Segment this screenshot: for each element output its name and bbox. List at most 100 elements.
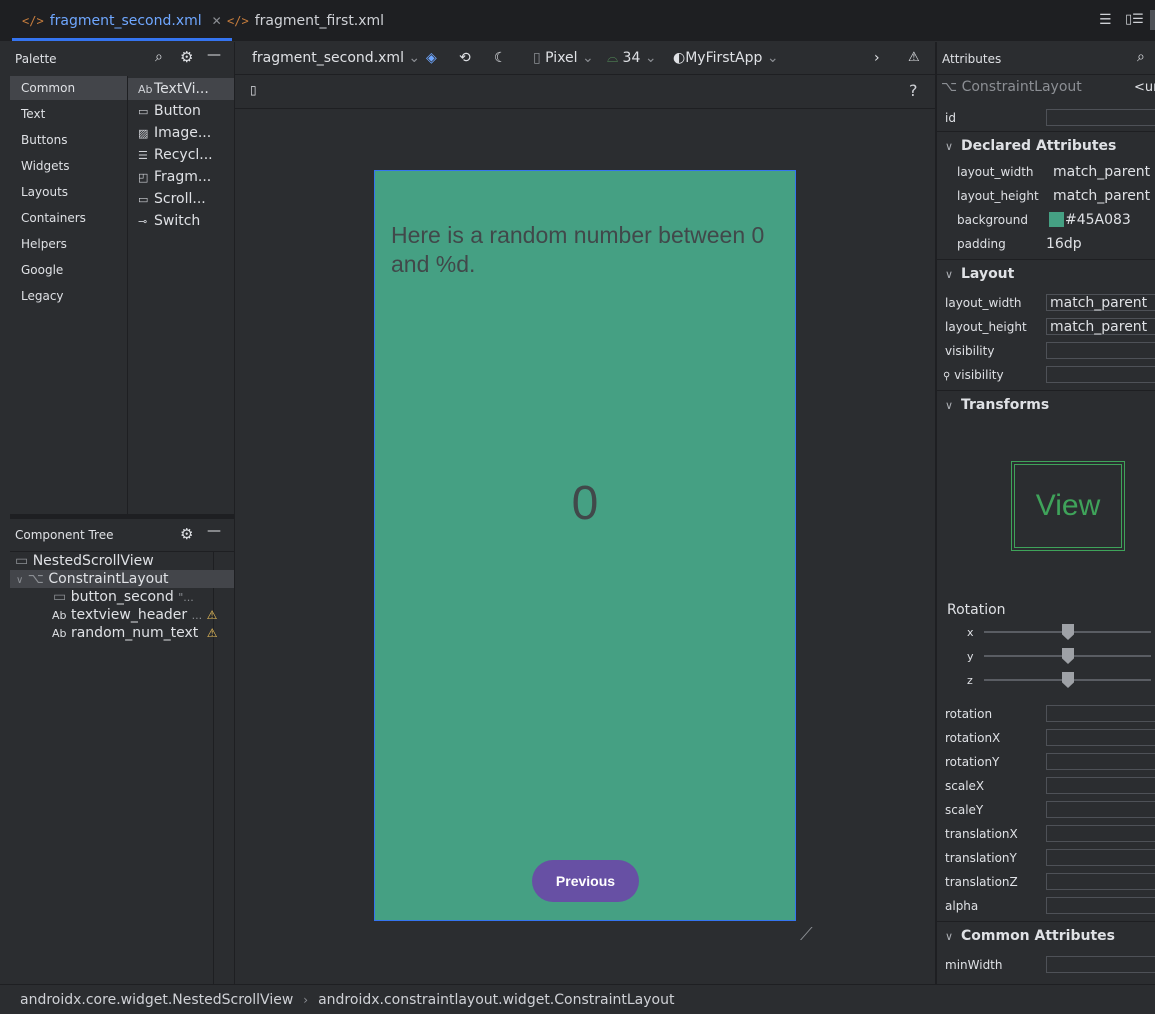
- component-name: ConstraintLayout: [961, 79, 1082, 95]
- search-icon[interactable]: ⌕: [155, 49, 163, 65]
- translationz-field[interactable]: [1046, 873, 1155, 890]
- declared-row[interactable]: layout_height match_parent: [937, 184, 1155, 208]
- translationy-field[interactable]: [1046, 849, 1155, 866]
- device-frame-icon[interactable]: ▯: [250, 83, 257, 97]
- chevron-down-icon[interactable]: ∨: [16, 575, 23, 586]
- visibility-field[interactable]: [1046, 342, 1155, 359]
- palette-item-label: Fragm...: [154, 169, 212, 185]
- rotation-field[interactable]: [1046, 705, 1155, 722]
- scalex-field[interactable]: [1046, 777, 1155, 794]
- palette-item-textview[interactable]: AbTextVi...: [128, 78, 234, 100]
- slider-thumb[interactable]: [1062, 624, 1074, 640]
- tree-node-constraintlayout[interactable]: ∨ ⌥ ConstraintLayout: [10, 570, 234, 588]
- tree-node-textview-header[interactable]: Ab textview_header ... ⚠: [52, 606, 217, 624]
- attr-key: layout_width: [945, 296, 1022, 310]
- gear-icon[interactable]: ⚙: [180, 48, 193, 66]
- rotation-label: Rotation: [947, 602, 1006, 618]
- declared-row[interactable]: background #45A083: [937, 208, 1155, 232]
- textview-icon: Ab: [52, 627, 67, 640]
- tree-node-button-second[interactable]: ▭ button_second "...: [53, 588, 194, 606]
- palette-category-text[interactable]: Text: [10, 102, 127, 126]
- random-num-text[interactable]: 0: [375, 476, 795, 531]
- image-icon: ▨: [138, 127, 149, 140]
- scrollview-icon: ▭: [15, 553, 29, 569]
- palette-category-buttons[interactable]: Buttons: [10, 128, 127, 152]
- textview-icon: Ab: [52, 609, 67, 622]
- file-selector[interactable]: fragment_second.xml ⌄: [252, 42, 420, 74]
- xml-file-icon: </>: [227, 13, 249, 28]
- rotation-z-slider[interactable]: [984, 672, 1151, 688]
- palette-item-button[interactable]: ▭ Button: [128, 100, 234, 122]
- palette-item-image[interactable]: ▨ Image...: [128, 122, 234, 144]
- rotation-x-slider[interactable]: [984, 624, 1151, 640]
- rotationy-field[interactable]: [1046, 753, 1155, 770]
- layout-height-field[interactable]: match_parent: [1046, 318, 1155, 335]
- api-selector[interactable]: ⌓ 34 ⌄: [607, 42, 657, 74]
- tree-node-label: NestedScrollView: [32, 553, 154, 569]
- palette-category-widgets[interactable]: Widgets: [10, 154, 127, 178]
- search-icon[interactable]: ⌕: [1137, 49, 1145, 65]
- gear-icon[interactable]: ⚙: [180, 525, 193, 543]
- file-label: fragment_second.xml: [252, 50, 404, 66]
- slider-thumb[interactable]: [1062, 672, 1074, 688]
- textview-header[interactable]: Here is a random number between 0 and %d…: [391, 221, 781, 279]
- warning-icon[interactable]: ⚠: [207, 608, 218, 622]
- alpha-field[interactable]: [1046, 897, 1155, 914]
- declared-row[interactable]: padding 16dp: [937, 232, 1155, 256]
- rotationx-field[interactable]: [1046, 729, 1155, 746]
- layout-preview[interactable]: Here is a random number between 0 and %d…: [374, 170, 796, 921]
- minimize-icon[interactable]: —: [207, 47, 221, 63]
- scaley-field[interactable]: [1046, 801, 1155, 818]
- chevron-right-icon[interactable]: ›: [874, 42, 880, 74]
- translationx-field[interactable]: [1046, 825, 1155, 842]
- layout-width-field[interactable]: match_parent: [1046, 294, 1155, 311]
- breadcrumb-item[interactable]: androidx.core.widget.NestedScrollView: [20, 992, 293, 1008]
- palette-item-fragment[interactable]: ◰ Fragm...: [128, 166, 234, 188]
- palette-item-recycler[interactable]: ☰ Recycl...: [128, 144, 234, 166]
- night-mode-icon[interactable]: ☾: [494, 42, 507, 74]
- warning-icon[interactable]: ⚠: [908, 42, 920, 74]
- previous-button[interactable]: Previous: [532, 860, 639, 902]
- palette-category-layouts[interactable]: Layouts: [10, 180, 127, 204]
- minwidth-field[interactable]: [1046, 956, 1155, 973]
- palette-category-legacy[interactable]: Legacy: [10, 284, 127, 308]
- warning-icon[interactable]: ⚠: [207, 626, 218, 640]
- tree-node-nestedscrollview[interactable]: ▭ NestedScrollView: [15, 552, 154, 570]
- declared-row[interactable]: layout_width match_parent: [937, 160, 1155, 184]
- theme-selector[interactable]: ◐MyFirstApp ⌄: [673, 42, 779, 74]
- rotation-y-slider[interactable]: [984, 648, 1151, 664]
- split-view-icon[interactable]: ▯☰: [1125, 12, 1144, 27]
- layers-icon[interactable]: ◈: [426, 42, 437, 74]
- section-common-attributes[interactable]: ∨ Common Attributes: [937, 921, 1155, 950]
- help-icon[interactable]: ?: [909, 81, 918, 100]
- code-view-icon[interactable]: ☰: [1099, 12, 1112, 28]
- tree-node-random-num-text[interactable]: Ab random_num_text ⚠: [52, 624, 218, 642]
- breadcrumb-item[interactable]: androidx.constraintlayout.widget.Constra…: [318, 992, 674, 1008]
- section-transforms[interactable]: ∨ Transforms: [937, 390, 1155, 419]
- close-tab-icon[interactable]: ✕: [212, 14, 222, 28]
- device-selector[interactable]: ▯ Pixel ⌄: [533, 42, 594, 74]
- resize-handle-icon[interactable]: ⟋: [800, 924, 813, 945]
- breadcrumb: androidx.core.widget.NestedScrollView › …: [0, 984, 1155, 1014]
- attr-key: rotation: [945, 707, 993, 721]
- palette-item-scroll[interactable]: ▭ Scroll...: [128, 188, 234, 210]
- tab-fragment-first[interactable]: </> fragment_first.xml: [227, 0, 384, 41]
- section-declared-attributes[interactable]: ∨ Declared Attributes: [937, 131, 1155, 160]
- layout-row: ⚲ visibility: [937, 363, 1155, 387]
- theme-icon: ◐: [673, 50, 686, 66]
- palette-category-google[interactable]: Google: [10, 258, 127, 282]
- minimize-icon[interactable]: —: [207, 523, 221, 539]
- button-icon: ▭: [138, 105, 149, 118]
- orientation-icon[interactable]: ⟲: [459, 42, 471, 74]
- palette-item-switch[interactable]: ⊸ Switch: [128, 210, 234, 232]
- section-layout[interactable]: ∨ Layout: [937, 259, 1155, 288]
- tab-fragment-second[interactable]: </> fragment_second.xml ✕: [12, 0, 232, 41]
- palette-category-containers[interactable]: Containers: [10, 206, 127, 230]
- color-swatch[interactable]: [1049, 212, 1064, 227]
- palette-category-helpers[interactable]: Helpers: [10, 232, 127, 256]
- slider-thumb[interactable]: [1062, 648, 1074, 664]
- palette-category-common[interactable]: Common: [10, 76, 127, 100]
- design-view-icon[interactable]: [1150, 10, 1155, 30]
- tools-visibility-field[interactable]: [1046, 366, 1155, 383]
- id-field[interactable]: [1046, 109, 1155, 126]
